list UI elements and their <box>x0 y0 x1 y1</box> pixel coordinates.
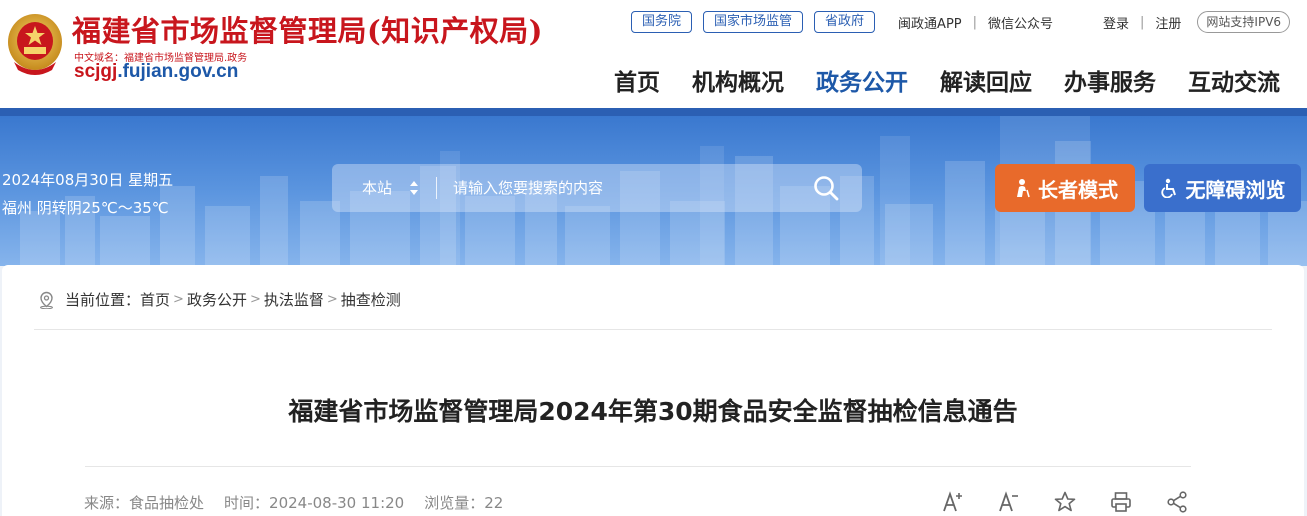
search-divider <box>436 177 437 199</box>
article-views: 浏览量：22 <box>424 492 503 513</box>
breadcrumb-enforcement[interactable]: 执法监督 <box>264 289 324 310</box>
register-link[interactable]: 注册 <box>1155 13 1181 32</box>
nav-home[interactable]: 首页 <box>614 63 660 97</box>
nav-gov-affairs[interactable]: 政务公开 <box>816 63 908 97</box>
share-icon[interactable] <box>1164 489 1190 515</box>
link-wechat[interactable]: 微信公众号 <box>988 13 1053 32</box>
location-icon <box>40 291 53 309</box>
link-state-council[interactable]: 国务院 <box>631 11 693 33</box>
views-label: 浏览量： <box>424 494 485 512</box>
nav-services[interactable]: 办事服务 <box>1064 63 1156 97</box>
star-icon[interactable] <box>1052 489 1078 515</box>
source-label: 来源： <box>84 494 130 512</box>
breadcrumb-label: 当前位置： <box>65 291 141 309</box>
font-larger-icon[interactable] <box>940 489 966 515</box>
breadcrumb: 当前位置： 首页 > 政务公开 > 执法监督 > 抽查检测 <box>38 289 401 310</box>
font-smaller-icon[interactable] <box>996 489 1022 515</box>
time-value: 2024-08-30 11:20 <box>269 494 405 512</box>
main-nav: 首页 机构概况 政务公开 解读回应 办事服务 互动交流 <box>614 63 1280 97</box>
site-header: 福建省市场监督管理局(知识产权局) 中文域名：福建省市场监督管理局.政务 scj… <box>0 0 1307 108</box>
separator: | <box>972 14 978 30</box>
account-links: 登录 | 注册 网站支持IPV6 <box>1103 11 1291 33</box>
article-card: 当前位置： 首页 > 政务公开 > 执法监督 > 抽查检测 福建省市场监督管理局… <box>2 265 1304 516</box>
top-links: 国务院 国家市场监管 省政府 闽政通APP | 微信公众号 <box>631 11 1053 33</box>
views-value: 22 <box>484 494 504 512</box>
accessible-browse-button[interactable]: 无障碍浏览 <box>1144 164 1301 212</box>
date-display: 2024年08月30日 星期五 <box>2 171 174 189</box>
divider <box>85 466 1191 467</box>
domain-prefix: scjgj <box>74 61 118 82</box>
site-title[interactable]: 福建省市场监督管理局(知识产权局) <box>72 8 543 50</box>
breadcrumb-separator: > <box>326 292 338 307</box>
site-domain: scjgj.fujian.gov.cn <box>74 61 238 83</box>
login-link[interactable]: 登录 <box>1103 13 1129 32</box>
nav-interaction[interactable]: 互动交流 <box>1188 63 1280 97</box>
domain-suffix: .fujian.gov.cn <box>117 61 239 82</box>
elder-icon <box>1017 179 1030 198</box>
national-emblem-icon[interactable] <box>6 12 64 76</box>
article-source: 来源：食品抽检处 <box>84 492 204 513</box>
nav-interpretation[interactable]: 解读回应 <box>940 63 1032 97</box>
weather-display: 福州 阴转阴25℃～35℃ <box>2 199 169 217</box>
nav-about[interactable]: 机构概况 <box>692 63 784 97</box>
breadcrumb-separator: > <box>173 292 184 307</box>
link-app[interactable]: 闽政通APP <box>898 13 962 32</box>
source-value: 食品抽检处 <box>129 494 205 512</box>
breadcrumb-gov-affairs[interactable]: 政务公开 <box>187 289 247 310</box>
search-input[interactable]: 请输入您要搜索的内容 <box>453 164 603 212</box>
elder-mode-label: 长者模式 <box>1038 177 1118 202</box>
article-tools <box>940 489 1190 515</box>
banner: 2024年08月30日 星期五 福州 阴转阴25℃～35℃ 本站 请输入您要搜索… <box>0 116 1307 266</box>
print-icon[interactable] <box>1108 489 1134 515</box>
ipv6-badge: 网站支持IPV6 <box>1197 11 1291 33</box>
elder-mode-button[interactable]: 长者模式 <box>995 164 1135 212</box>
breadcrumb-separator: > <box>249 292 261 307</box>
breadcrumb-inspection[interactable]: 抽查检测 <box>341 289 401 310</box>
header-rule <box>0 108 1307 116</box>
separator: | <box>1140 14 1145 30</box>
wheelchair-icon <box>1160 178 1176 198</box>
search-scope-select[interactable]: 本站 <box>362 164 392 212</box>
divider <box>34 329 1272 330</box>
article-title: 福建省市场监督管理局2024年第30期食品安全监督抽检信息通告 <box>288 397 1018 426</box>
article-meta: 来源：食品抽检处 时间：2024-08-30 11:20 浏览量：22 <box>84 492 523 513</box>
breadcrumb-home[interactable]: 首页 <box>140 289 170 310</box>
search-icon[interactable] <box>813 175 839 201</box>
time-label: 时间： <box>224 494 270 512</box>
sort-arrows-icon[interactable] <box>410 179 418 197</box>
link-provincial-gov[interactable]: 省政府 <box>814 11 876 33</box>
accessible-browse-label: 无障碍浏览 <box>1185 177 1286 202</box>
article-time: 时间：2024-08-30 11:20 <box>224 492 404 513</box>
link-samr[interactable]: 国家市场监管 <box>703 11 804 33</box>
search-bar: 本站 请输入您要搜索的内容 <box>332 164 862 212</box>
